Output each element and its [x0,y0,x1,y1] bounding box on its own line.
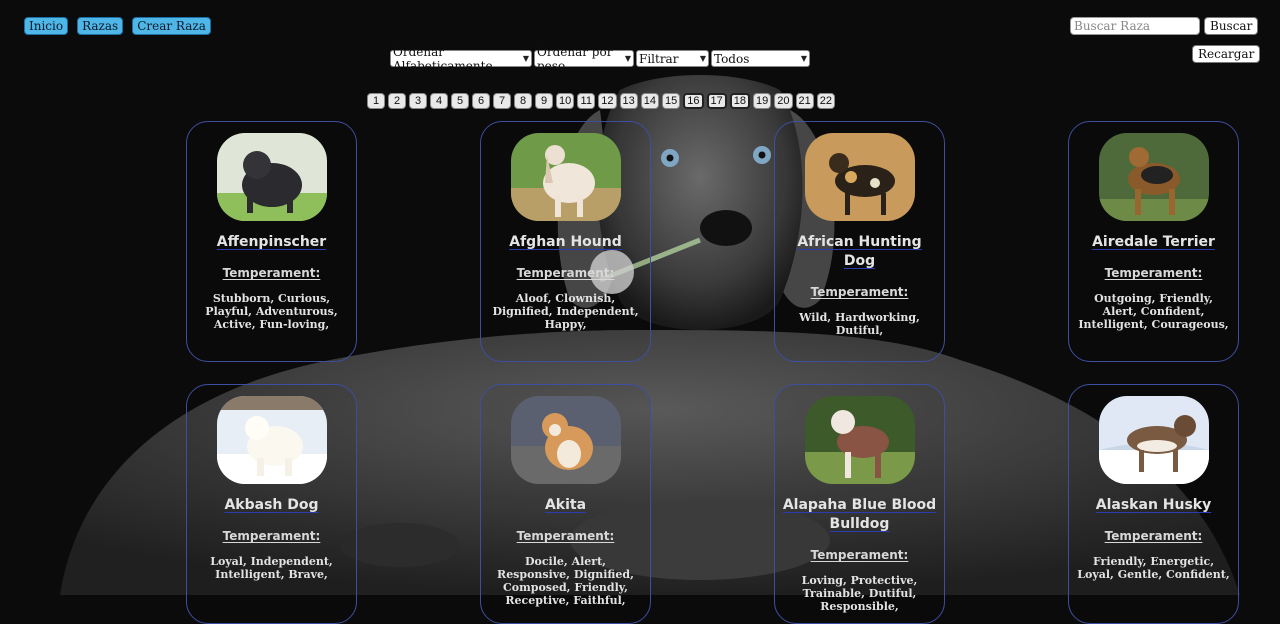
temperament-heading: Temperament: [1104,266,1203,280]
temperament-heading: Temperament: [810,548,909,562]
source-value: Todos [714,51,750,66]
page-button[interactable]: 13 [619,93,638,109]
breed-name-link[interactable]: Affenpinscher [193,233,350,252]
sort-alpha-select[interactable]: Ordenar Alfabeticamente ▼ [390,45,532,73]
breed-card[interactable]: Affenpinscher Temperament: Stubborn, Curio… [186,121,357,362]
page-button[interactable]: 21 [795,93,814,109]
temperament-list: Loving, Protective, Trainable, Dutiful, … [801,574,918,613]
breed-name-link[interactable]: Akita [487,496,644,515]
temperament-heading: Temperament: [810,285,909,299]
page-button[interactable]: 11 [577,93,596,109]
page-button[interactable]: 3 [409,93,427,109]
breed-card[interactable]: Alapaha Blue Blood Bulldog Temperament: Lo… [774,384,945,624]
breed-card[interactable]: Airedale Terrier Temperament: Outgoing, Fr… [1068,121,1239,362]
breed-name-link[interactable]: Alaskan Husky [1075,496,1232,515]
breed-card[interactable]: African Hunting Dog Temperament: Wild, Har… [774,121,945,362]
breed-name-link[interactable]: African Hunting Dog [781,233,938,271]
search-input[interactable] [1070,17,1200,35]
breed-card[interactable]: Akita Temperament: Docile, Alert, Responsi… [480,384,651,624]
temperament-heading: Temperament: [516,266,615,280]
source-select[interactable]: Todos ▼ [711,50,810,67]
breed-card[interactable]: Afghan Hound Temperament: Aloof, Clownish,… [480,121,651,362]
temperament-heading: Temperament: [222,529,321,543]
reload-button[interactable]: Recargar [1192,45,1261,63]
page-button[interactable]: 16 [683,93,704,109]
filter-select[interactable]: Filtrar ▼ [636,50,709,67]
temperament-list: Stubborn, Curious, Playful, Adventurous,… [205,292,338,331]
pagination: 1 2 3 4 5 6 7 8 9 10 11 12 13 14 15 16 17 18 19 20 21 22 [367,93,835,109]
breed-photo[interactable] [216,133,327,221]
breed-card[interactable]: Akbash Dog Temperament: Loyal, Independent… [186,384,357,624]
search-button[interactable]: Buscar [1204,17,1259,35]
breed-photo[interactable] [216,396,327,484]
temperament-heading: Temperament: [222,266,321,280]
page-button[interactable]: 9 [535,93,553,109]
page-button[interactable]: 12 [598,93,617,109]
sort-filter-controls: Ordenar Alfabeticamente ▼ Ordenar por pes… [390,45,810,73]
breed-name-link[interactable]: Akbash Dog [193,496,350,515]
temperament-list: Aloof, Clownish, Dignified, Independent,… [492,292,639,331]
page-button[interactable]: 14 [640,93,659,109]
breed-name-link[interactable]: Afghan Hound [487,233,644,252]
breed-photo[interactable] [804,133,915,221]
page-button[interactable]: 8 [514,93,532,109]
breed-photo[interactable] [510,396,621,484]
breed-photo[interactable] [1098,396,1209,484]
chevron-down-icon: ▼ [699,54,706,63]
page-button[interactable]: 10 [556,93,575,109]
filter-value: Filtrar [639,51,679,66]
breed-card[interactable]: Alaskan Husky Temperament: Friendly, Energ… [1068,384,1239,624]
page-button[interactable]: 17 [706,93,727,109]
breed-photo[interactable] [510,133,621,221]
breed-name-link[interactable]: Airedale Terrier [1075,233,1232,252]
sort-alpha-value: Ordenar Alfabeticamente [393,44,493,73]
chevron-down-icon: ▼ [800,54,807,63]
page-button[interactable]: 19 [753,93,772,109]
page-button[interactable]: 18 [729,93,750,109]
breed-photo[interactable] [1098,133,1209,221]
search-bar: Buscar [1070,17,1259,35]
breed-name-link[interactable]: Alapaha Blue Blood Bulldog [781,496,938,534]
page-button[interactable]: 6 [472,93,490,109]
temperament-list: Friendly, Energetic, Loyal, Gentle, Conf… [1077,555,1230,581]
page-button[interactable]: 22 [816,93,835,109]
page-button[interactable]: 2 [388,93,406,109]
page-button[interactable]: 7 [493,93,511,109]
breed-photo[interactable] [804,396,915,484]
sort-weight-value: Ordenar por peso [537,44,613,73]
temperament-heading: Temperament: [516,529,615,543]
sort-weight-select[interactable]: Ordenar por peso ▼ [534,45,634,73]
nav-home-button[interactable]: Inicio [24,17,69,35]
page-button[interactable]: 20 [774,93,793,109]
top-nav: Inicio Razas Crear Raza [24,17,211,35]
temperament-list: Docile, Alert, Responsive, Dignified, Co… [497,555,634,607]
page-button[interactable]: 4 [430,93,448,109]
page-button[interactable]: 5 [451,93,469,109]
page-button[interactable]: 15 [662,93,681,109]
temperament-list: Wild, Hardworking, Dutiful, [799,311,920,337]
temperament-list: Loyal, Independent, Intelligent, Brave, [210,555,333,581]
temperament-list: Outgoing, Friendly, Alert, Confident, In… [1078,292,1229,331]
nav-create-breed-button[interactable]: Crear Raza [132,17,211,35]
temperament-heading: Temperament: [1104,529,1203,543]
chevron-down-icon: ▼ [522,54,529,63]
chevron-down-icon: ▼ [624,54,631,63]
nav-breeds-button[interactable]: Razas [77,17,124,35]
page-button[interactable]: 1 [367,93,385,109]
